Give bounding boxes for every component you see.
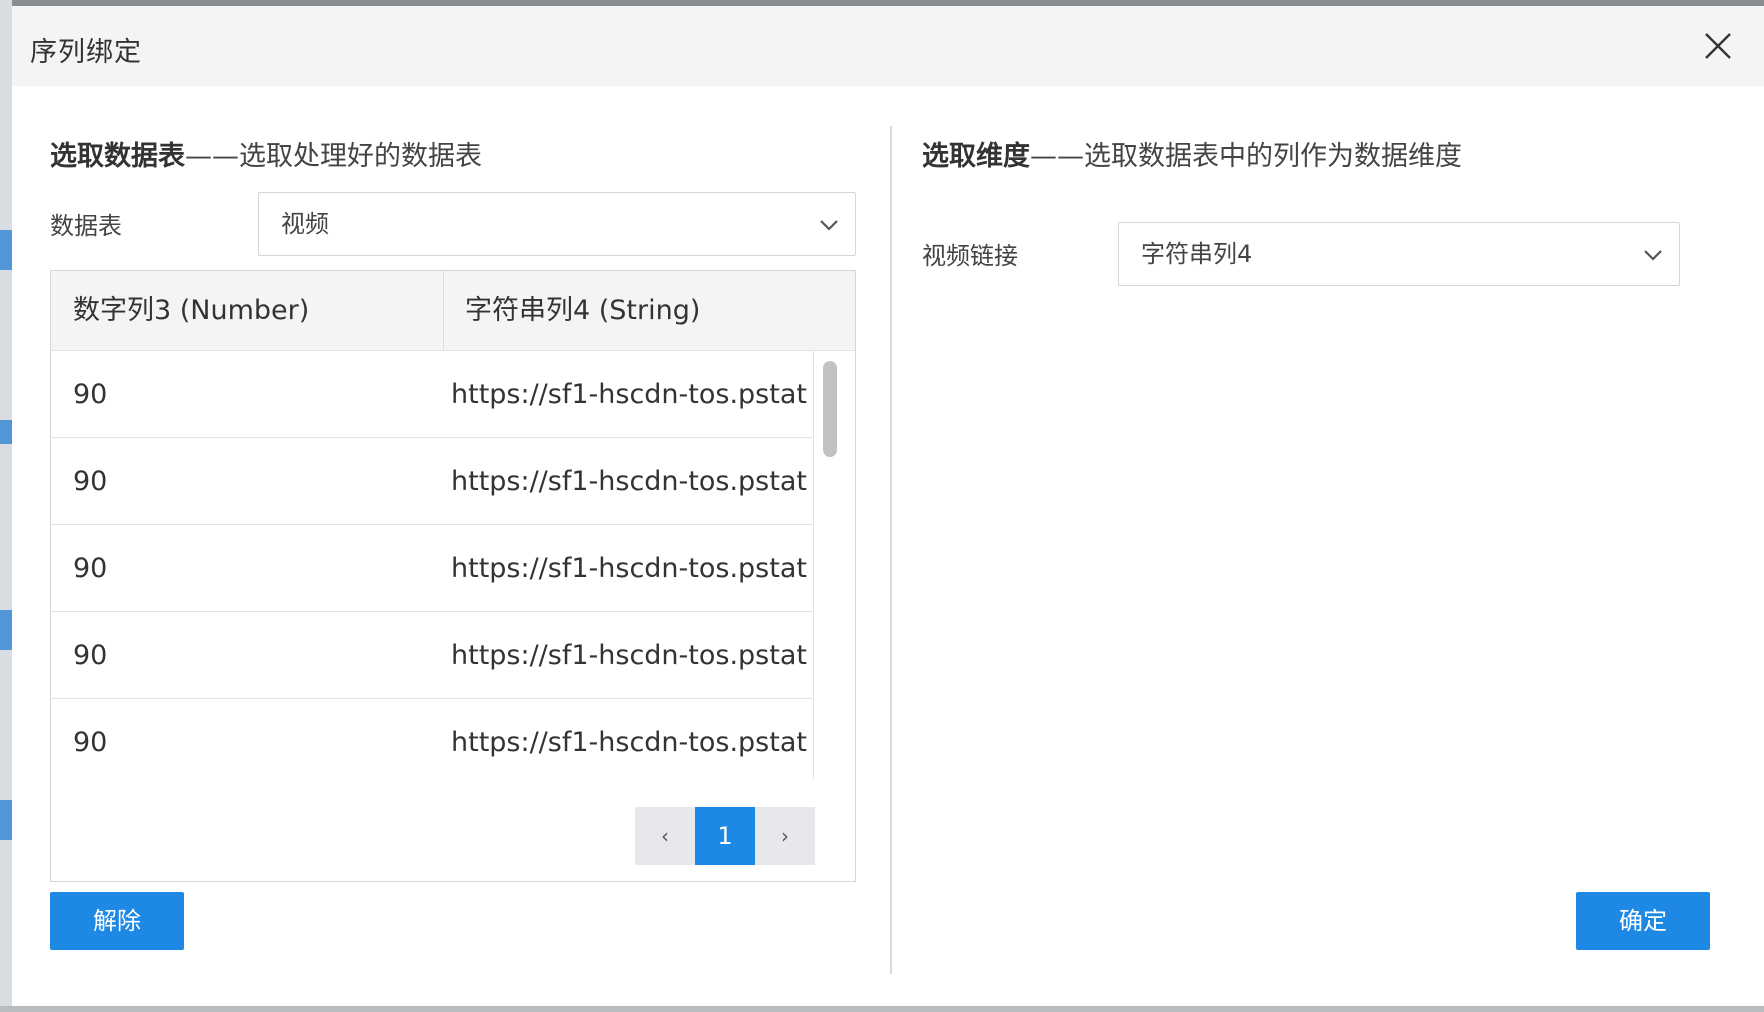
background-marker [0, 230, 12, 270]
unbind-button[interactable]: 解除 [50, 892, 184, 950]
table-label: 数据表 [50, 212, 122, 240]
table-body: 90 https://sf1-hscdn-tos.pstatp. 90 http… [51, 351, 813, 779]
cell-number: 90 [73, 466, 108, 497]
prev-page-button[interactable]: ‹ [635, 807, 695, 865]
left-heading-desc: ——选取处理好的数据表 [185, 141, 482, 172]
confirm-button[interactable]: 确定 [1576, 892, 1710, 950]
table-row[interactable]: 90 https://sf1-hscdn-tos.pstatp. [51, 525, 813, 612]
background-marker [0, 420, 12, 444]
data-table: 数字列3 (Number) 字符串列4 (String) 90 https://… [50, 270, 856, 882]
cell-number: 90 [73, 727, 108, 758]
right-heading-desc: ——选取数据表中的列作为数据维度 [1030, 141, 1462, 172]
dimension-label: 视频链接 [922, 242, 1018, 270]
table-row[interactable]: 90 https://sf1-hscdn-tos.pstatp. [51, 699, 813, 779]
dimension-select[interactable]: 字符串列4 [1118, 222, 1680, 286]
chevron-down-icon [820, 220, 838, 231]
cell-string: https://sf1-hscdn-tos.pstatp. [451, 553, 807, 584]
cell-number: 90 [73, 640, 108, 671]
left-section-heading: 选取数据表——选取处理好的数据表 [50, 134, 482, 173]
cell-string: https://sf1-hscdn-tos.pstatp. [451, 379, 807, 410]
table-header: 数字列3 (Number) 字符串列4 (String) [51, 271, 855, 351]
page-1-button[interactable]: 1 [695, 807, 755, 865]
left-heading-bold: 选取数据表 [50, 141, 185, 172]
sequence-binding-dialog: 序列绑定 选取数据表——选取处理好的数据表 数据表 视频 数字列3 (Numbe… [12, 6, 1764, 1006]
background-page-bottom [0, 1006, 1764, 1012]
pagination: ‹ 1 › [635, 807, 815, 865]
background-marker [0, 610, 12, 650]
dimension-select-value: 字符串列4 [1141, 240, 1253, 268]
column-header-string[interactable]: 字符串列4 (String) [443, 271, 700, 351]
background-marker [0, 800, 12, 840]
chevron-down-icon [1644, 250, 1662, 261]
column-header-number[interactable]: 数字列3 (Number) [51, 271, 309, 351]
close-button[interactable] [1700, 28, 1736, 64]
scrollbar-divider [813, 351, 814, 779]
table-row[interactable]: 90 https://sf1-hscdn-tos.pstatp. [51, 612, 813, 699]
right-heading-bold: 选取维度 [922, 141, 1030, 172]
table-row[interactable]: 90 https://sf1-hscdn-tos.pstatp. [51, 351, 813, 438]
table-select-value: 视频 [281, 210, 329, 238]
cell-number: 90 [73, 379, 108, 410]
table-row[interactable]: 90 https://sf1-hscdn-tos.pstatp. [51, 438, 813, 525]
cell-string: https://sf1-hscdn-tos.pstatp. [451, 640, 807, 671]
cell-number: 90 [73, 553, 108, 584]
cell-string: https://sf1-hscdn-tos.pstatp. [451, 466, 807, 497]
table-scrollbar-thumb[interactable] [823, 361, 837, 457]
cell-string: https://sf1-hscdn-tos.pstatp. [451, 727, 807, 758]
next-page-button[interactable]: › [755, 807, 815, 865]
right-section-heading: 选取维度——选取数据表中的列作为数据维度 [922, 134, 1462, 173]
background-page [0, 0, 12, 1012]
close-icon [1705, 33, 1731, 59]
dialog-title: 序列绑定 [30, 37, 142, 68]
panel-divider [890, 126, 892, 974]
dialog-header: 序列绑定 [12, 6, 1764, 86]
table-select[interactable]: 视频 [258, 192, 856, 256]
